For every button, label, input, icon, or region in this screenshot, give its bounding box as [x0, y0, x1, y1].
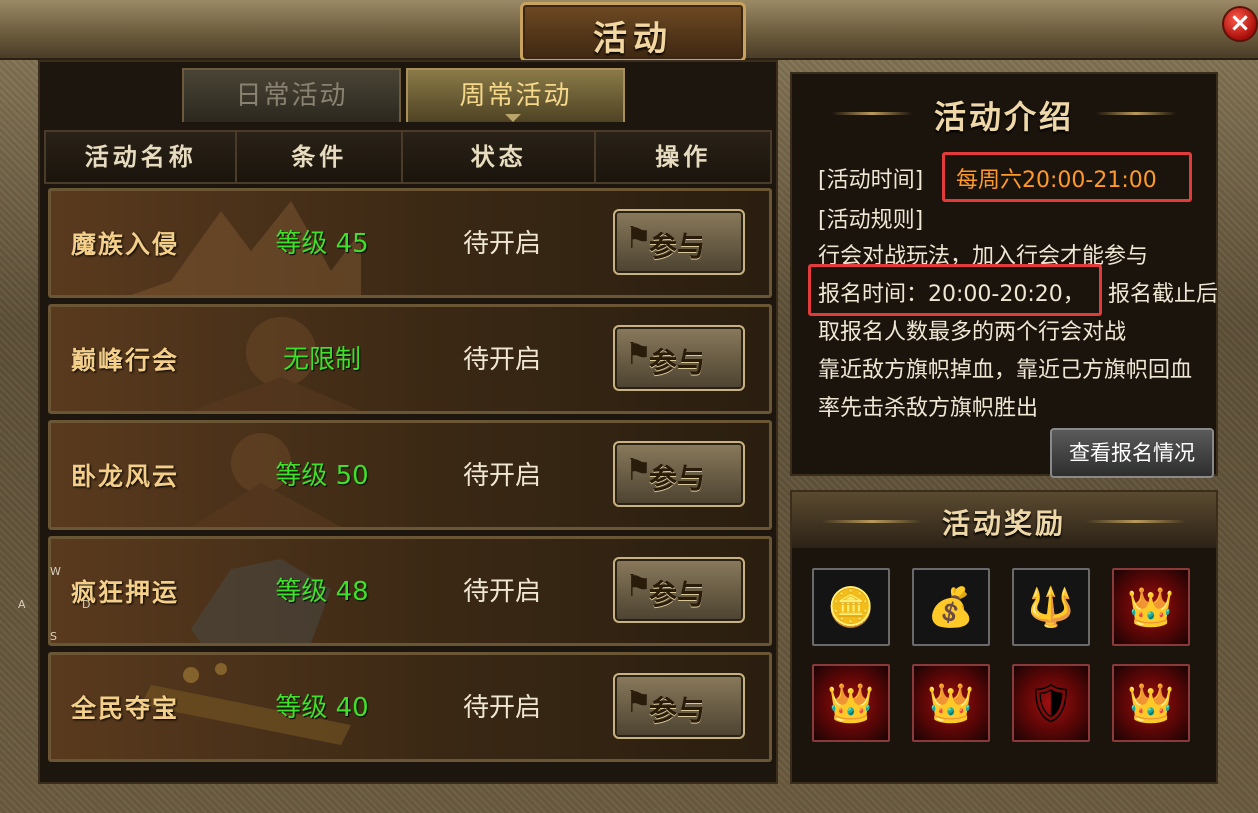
- activity-condition: 等级 48: [275, 577, 369, 607]
- jeweled-crown-icon[interactable]: 👑: [1112, 664, 1190, 742]
- time-value: 每周六20:00-21:00: [956, 168, 1157, 193]
- activity-status: 待开启: [462, 577, 541, 607]
- header-condition: 条件: [237, 132, 404, 182]
- emblem-icon[interactable]: 🛡: [1012, 664, 1090, 742]
- tab-daily[interactable]: 日常活动: [182, 68, 401, 122]
- activity-condition: 等级 45: [275, 229, 369, 259]
- view-signups-button[interactable]: 查看报名情况: [1050, 428, 1214, 478]
- join-label: 参与: [649, 230, 706, 263]
- activity-list-panel: 日常活动 周常活动 活动名称 条件 状态 操作 魔族入侵 等级 45 待开启 ⚑…: [38, 60, 778, 784]
- signup-rest: 报名截止后: [1108, 282, 1219, 307]
- key-w-label: W: [50, 565, 61, 578]
- key-a-label: A: [18, 598, 26, 611]
- join-label: 参与: [649, 694, 706, 727]
- header-action: 操作: [655, 143, 712, 171]
- title-plate: 活动: [520, 2, 746, 62]
- rewards-panel: 活动奖励 🪙 💰 🔱 👑 👑 👑 🛡 👑: [790, 490, 1218, 784]
- rule-line: 率先击杀敌方旗帜胜出: [818, 396, 1039, 421]
- staff-icon[interactable]: 🔱: [1012, 568, 1090, 646]
- gold-ingot-icon[interactable]: 🪙: [812, 568, 890, 646]
- activity-status: 待开启: [462, 229, 541, 259]
- table-row: 卧龙风云 等级 50 待开启 ⚑ 参与: [48, 420, 772, 530]
- activity-status: 待开启: [462, 693, 541, 723]
- join-label: 参与: [649, 346, 706, 379]
- activity-name: 全民夺宝: [71, 694, 180, 723]
- activity-name: 卧龙风云: [71, 462, 180, 491]
- tiara-icon[interactable]: 👑: [1112, 568, 1190, 646]
- join-button[interactable]: ⚑ 参与: [613, 209, 745, 275]
- tab-weekly[interactable]: 周常活动: [406, 68, 625, 122]
- table-row: 全民夺宝 等级 40 待开启 ⚑ 参与: [48, 652, 772, 762]
- join-button[interactable]: ⚑ 参与: [613, 557, 745, 623]
- rewards-title: 活动奖励: [941, 507, 1066, 540]
- activity-window: 活动 × 日常活动 周常活动 活动名称 条件 状态 操作 魔族入侵 等级 45 …: [0, 0, 1258, 813]
- join-button[interactable]: ⚑ 参与: [613, 673, 745, 739]
- title-bar: 活动 ×: [0, 0, 1258, 62]
- table-header: 活动名称 条件 状态 操作: [44, 130, 772, 184]
- join-label: 参与: [649, 578, 706, 611]
- header-status: 状态: [403, 132, 597, 182]
- signup-time: 报名时间：20:00-20:20，: [818, 282, 1085, 307]
- rewards-header: 活动奖励: [792, 492, 1216, 548]
- gold-coins-icon[interactable]: 💰: [912, 568, 990, 646]
- close-button[interactable]: ×: [1222, 6, 1258, 42]
- join-label: 参与: [649, 462, 706, 495]
- activity-status: 待开启: [462, 461, 541, 491]
- activity-name: 魔族入侵: [71, 230, 180, 259]
- activity-name: 巅峰行会: [71, 346, 180, 375]
- header-name: 活动名称: [46, 132, 238, 182]
- table-row: 巅峰行会 无限制 待开启 ⚑ 参与: [48, 304, 772, 414]
- banner-icon: ⚑: [625, 453, 652, 488]
- join-button[interactable]: ⚑ 参与: [613, 325, 745, 391]
- info-title: 活动介绍: [933, 98, 1074, 136]
- table-row: 魔族入侵 等级 45 待开启 ⚑ 参与: [48, 188, 772, 298]
- join-button[interactable]: ⚑ 参与: [613, 441, 745, 507]
- activity-condition: 无限制: [282, 345, 361, 375]
- banner-icon: ⚑: [625, 221, 652, 256]
- silver-crown-icon[interactable]: 👑: [912, 664, 990, 742]
- activity-condition: 等级 50: [275, 461, 369, 491]
- time-label: [活动时间]: [818, 168, 924, 193]
- key-s-label: S: [50, 630, 57, 643]
- gold-crown-icon[interactable]: 👑: [812, 664, 890, 742]
- banner-icon: ⚑: [625, 337, 652, 372]
- window-title: 活动: [593, 19, 673, 59]
- activity-condition: 等级 40: [275, 693, 369, 723]
- banner-icon: ⚑: [625, 685, 652, 720]
- banner-icon: ⚑: [625, 569, 652, 604]
- rule-line: 靠近敌方旗帜掉血，靠近己方旗帜回血: [818, 358, 1193, 383]
- rules-label: [活动规则]: [818, 208, 924, 233]
- rule-line: 取报名人数最多的两个行会对战: [818, 320, 1127, 345]
- activity-status: 待开启: [462, 345, 541, 375]
- activity-info-panel: 活动介绍 [活动时间] 每周六20:00-21:00 [活动规则] 行会对战玩法…: [790, 72, 1219, 478]
- key-d-label: D: [82, 598, 91, 611]
- table-row: 疯狂押运 等级 48 待开启 ⚑ 参与: [48, 536, 772, 646]
